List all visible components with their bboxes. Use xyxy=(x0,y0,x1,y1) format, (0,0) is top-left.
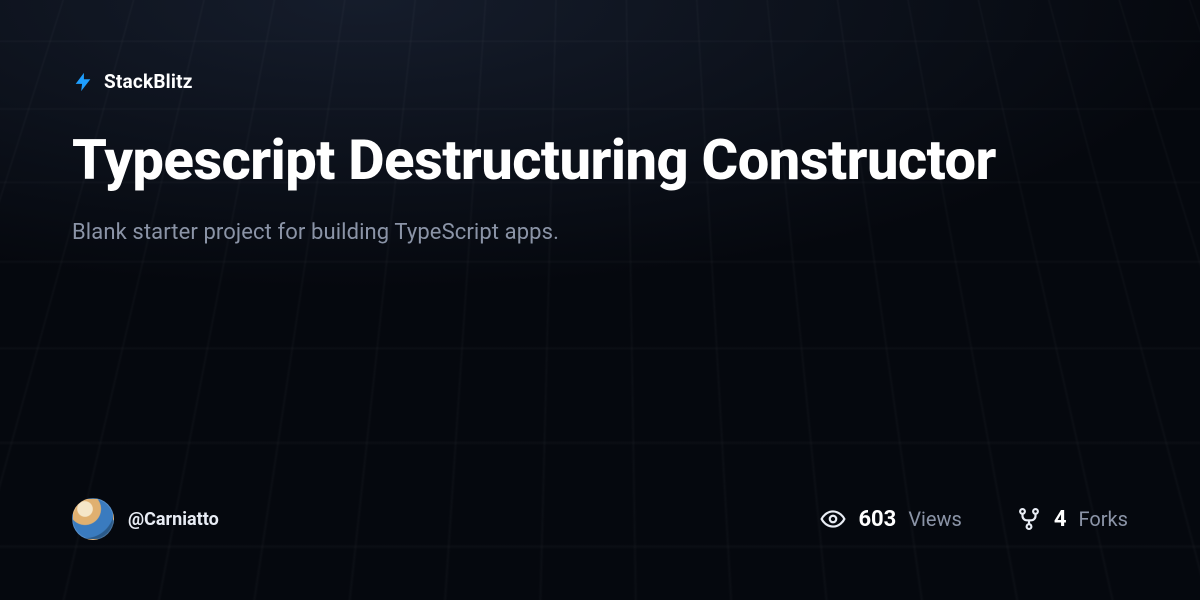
bolt-icon xyxy=(72,71,94,93)
footer-row: @Carniatto 603 Views 4 xyxy=(72,498,1128,600)
views-label: Views xyxy=(908,507,962,531)
forks-count: 4 xyxy=(1054,507,1067,532)
views-stat: 603 Views xyxy=(820,506,961,532)
card-container: StackBlitz Typescript Destructuring Cons… xyxy=(0,0,1200,600)
forks-stat: 4 Forks xyxy=(1016,506,1128,532)
forks-label: Forks xyxy=(1079,507,1129,531)
project-title: Typescript Destructuring Constructor xyxy=(72,129,1032,192)
author-handle[interactable]: @Carniatto xyxy=(128,509,219,530)
brand-name: StackBlitz xyxy=(104,70,193,93)
brand-row: StackBlitz xyxy=(72,70,1128,93)
eye-icon xyxy=(820,506,846,532)
avatar[interactable] xyxy=(72,498,114,540)
fork-icon xyxy=(1016,506,1042,532)
views-count: 603 xyxy=(858,507,896,532)
project-description: Blank starter project for building TypeS… xyxy=(72,220,1128,245)
